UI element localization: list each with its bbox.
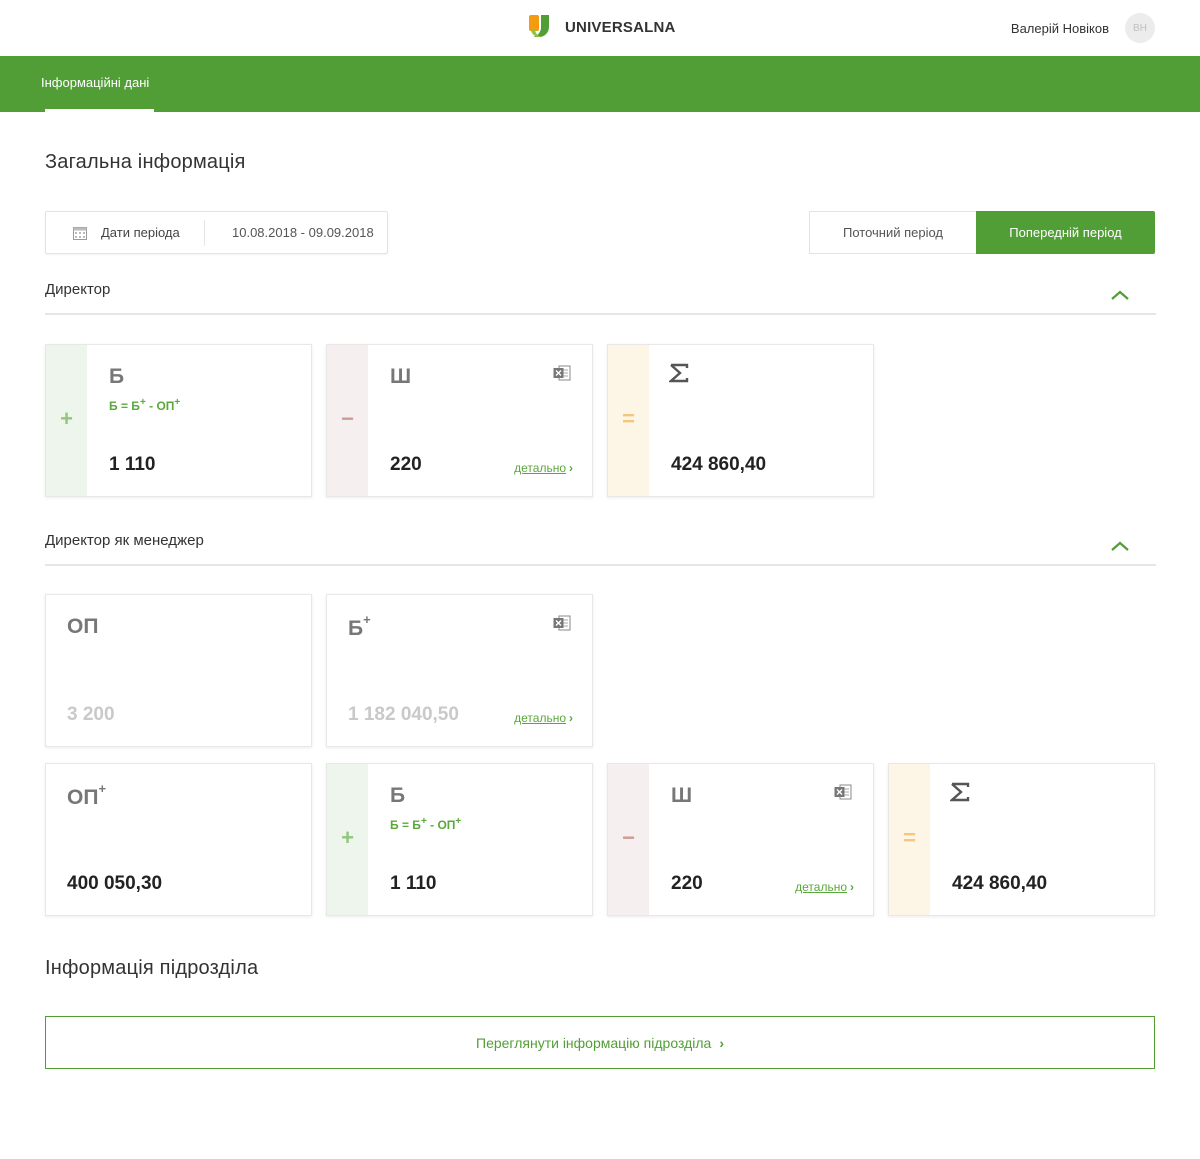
universalna-logo-icon [529,15,549,37]
minus-strip: − [608,764,649,915]
card-title: Ш [390,365,412,388]
formula-part: Б = Б [109,399,140,413]
view-subdivision-button[interactable]: Переглянути інформацію підрозділа › [45,1016,1155,1069]
equals-icon: = [903,825,916,850]
card-value: 1 182 040,50 [348,704,459,725]
card-balance: + Б Б = Б+ - ОП+ 1 110 [45,344,312,497]
card-fines: − Ш 220 детально › [607,763,874,916]
title-text: Б [348,617,364,640]
card-balance-plus: Б+ 1 182 040,50 детально › [326,594,593,747]
sigma-icon [950,782,970,802]
card-title: ОП+ [67,781,107,810]
card-title: ОП [67,615,99,638]
excel-icon[interactable] [834,784,852,800]
user-name[interactable]: Валерій Новіков [1011,21,1109,36]
card-total: = 424 860,40 [607,344,874,497]
card-value: 220 [671,873,703,894]
card-value: 424 860,40 [671,454,767,475]
card-value: 424 860,40 [952,873,1048,894]
details-link[interactable]: детально › [514,711,573,725]
card-value: 1 110 [109,454,156,475]
section-title: Директор [45,281,111,298]
page-title: Загальна інформація [45,151,246,173]
active-tab-indicator [45,109,154,112]
top-header: UNIVERSALNA Валерій Новіков ВН [0,0,1200,56]
tab-info-data[interactable]: Інформаційні дані [41,56,149,112]
equals-strip: = [889,764,930,915]
card-title: Ш [671,784,693,807]
chevron-right-icon: › [850,880,854,894]
equals-icon: = [622,406,635,431]
calendar-icon [73,227,87,240]
card-value: 1 110 [390,873,437,894]
section-title: Директор як менеджер [45,532,204,549]
card-title: Б+ [348,612,371,641]
details-link[interactable]: детально › [514,461,573,475]
avatar[interactable]: ВН [1125,13,1155,43]
title-sup: + [363,612,371,627]
card-title: Б [109,365,125,388]
plus-icon: + [341,825,354,850]
details-label[interactable]: детально [514,461,566,475]
equals-strip: = [608,345,649,496]
card-op: ОП 3 200 [45,594,312,747]
divider [204,220,205,246]
minus-icon: − [341,406,354,431]
section-director-as-manager[interactable]: Директор як менеджер [45,532,1156,566]
section-director[interactable]: Директор [45,281,1156,315]
chevron-right-icon: › [569,711,573,725]
excel-icon[interactable] [553,365,571,381]
brand-logo[interactable]: UNIVERSALNA [527,12,676,42]
details-label[interactable]: детально [514,711,566,725]
minus-strip: − [327,345,368,496]
chevron-right-icon: › [569,461,573,475]
sigma-icon [669,363,689,383]
card-title: Б [390,784,406,807]
date-range-value[interactable]: 10.08.2018 - 09.09.2018 [232,225,374,240]
user-menu[interactable]: Валерій Новіков ВН [1011,12,1155,44]
brand-name: UNIVERSALNA [565,18,676,36]
title-sup: + [98,781,107,796]
formula-part: - ОП [426,818,456,832]
chevron-up-icon[interactable] [1110,289,1130,301]
card-value: 220 [390,454,422,475]
plus-strip: + [327,764,368,915]
details-link[interactable]: детально › [795,880,854,894]
card-op-plus: ОП+ 400 050,30 [45,763,312,916]
current-period-button[interactable]: Поточний період [809,211,976,254]
excel-icon[interactable] [553,615,571,631]
card-total: = 424 860,40 [888,763,1155,916]
date-range-picker[interactable]: Дати періода 10.08.2018 - 09.09.2018 [45,211,388,254]
main-nav: Інформаційні дані [0,56,1200,112]
card-value: 3 200 [67,704,115,725]
minus-icon: − [622,825,635,850]
card-value: 400 050,30 [67,873,163,894]
card-formula: Б = Б+ - ОП+ [390,816,461,832]
chevron-right-icon: › [719,1034,724,1051]
date-range-label: Дати періода [101,225,180,240]
subdivision-title: Інформація підрозділа [45,957,259,979]
formula-part: - ОП [145,399,175,413]
card-fines: − Ш 220 детально › [326,344,593,497]
plus-strip: + [46,345,87,496]
details-label[interactable]: детально [795,880,847,894]
formula-part: Б = Б [390,818,421,832]
formula-sup: + [174,397,181,408]
formula-sup: + [455,816,462,827]
previous-period-button[interactable]: Попередній період [976,211,1155,254]
plus-icon: + [60,406,73,431]
card-formula: Б = Б+ - ОП+ [109,397,180,413]
chevron-up-icon[interactable] [1110,540,1130,552]
title-text: ОП [67,786,99,809]
card-balance: + Б Б = Б+ - ОП+ 1 110 [326,763,593,916]
view-subdivision-label[interactable]: Переглянути інформацію підрозділа [476,1035,711,1051]
